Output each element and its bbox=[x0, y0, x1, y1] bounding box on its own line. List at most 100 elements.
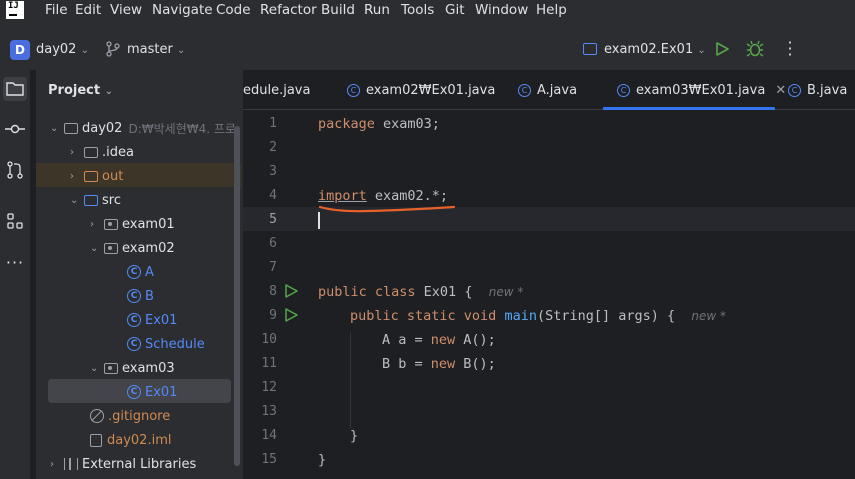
menu-build[interactable]: Build bbox=[321, 2, 355, 18]
tree-item-exam02-Ex01[interactable]: C Ex01 bbox=[127, 308, 177, 332]
menu-tools[interactable]: Tools bbox=[401, 2, 434, 18]
tree-item-exam03[interactable]: ⌄ exam03 bbox=[90, 356, 175, 380]
project-badge[interactable]: D bbox=[10, 40, 30, 60]
menu-view[interactable]: View bbox=[110, 2, 142, 18]
branch-name: master bbox=[127, 42, 173, 57]
tree-item-Schedule[interactable]: C Schedule bbox=[127, 332, 205, 356]
line-number: 3 bbox=[269, 164, 277, 179]
folder-icon bbox=[84, 146, 98, 158]
tree-item-idea[interactable]: › .idea bbox=[70, 140, 134, 164]
menu-git[interactable]: Git bbox=[445, 2, 465, 18]
tree-label: Ex01 bbox=[145, 312, 178, 328]
project-name: day02 bbox=[36, 42, 77, 57]
excluded-row-highlight bbox=[36, 163, 241, 187]
line-number: 15 bbox=[261, 452, 277, 467]
tree-item-B[interactable]: C B bbox=[127, 284, 154, 308]
code-line-15: } bbox=[318, 452, 327, 468]
menu-help[interactable]: Help bbox=[536, 2, 567, 18]
project-selector[interactable]: day02 ⌄ bbox=[36, 42, 89, 57]
tab-a[interactable]: C A.java bbox=[518, 83, 577, 98]
source-folder-icon bbox=[84, 194, 98, 206]
code-line-9: public static void main(String[] args) {… bbox=[350, 308, 726, 324]
code-line-14: } bbox=[350, 428, 359, 444]
tree-item-external-libraries[interactable]: › External Libraries bbox=[50, 452, 196, 476]
line-number: 10 bbox=[261, 332, 277, 347]
menu-navigate[interactable]: Navigate bbox=[152, 2, 213, 18]
intellij-logo-icon[interactable]: IJ bbox=[6, 1, 24, 19]
menu-run[interactable]: Run bbox=[364, 2, 390, 18]
class-icon: C bbox=[127, 337, 141, 351]
tree-label: Ex01 bbox=[145, 384, 178, 400]
tree-item-exam02[interactable]: ⌄ exam02 bbox=[90, 236, 175, 260]
project-panel-title[interactable]: Project ⌄ bbox=[48, 83, 113, 98]
code-line-11: B b = new B(); bbox=[382, 356, 496, 372]
tree-label: .gitignore bbox=[108, 408, 171, 424]
run-icon[interactable] bbox=[714, 41, 730, 61]
commit-tool-icon[interactable] bbox=[3, 117, 27, 141]
keyword: package bbox=[318, 116, 375, 132]
package-icon bbox=[104, 362, 118, 374]
tree-label: External Libraries bbox=[82, 456, 197, 472]
chevron-down-icon: ⌄ bbox=[697, 45, 706, 56]
line-number: 6 bbox=[269, 236, 277, 251]
tree-root-day02[interactable]: ⌄ day02 D:₩박세현₩4. 프로 bbox=[50, 116, 236, 140]
more-actions-icon[interactable]: · · · bbox=[787, 35, 793, 63]
code-line-8: public class Ex01 { new * bbox=[318, 284, 523, 300]
tab-b[interactable]: C B.java bbox=[788, 83, 847, 98]
tab-schedule[interactable]: edule.java bbox=[243, 83, 310, 98]
active-tab-indicator bbox=[603, 107, 775, 110]
more-tools-icon[interactable]: ··· bbox=[3, 250, 27, 274]
pull-requests-icon[interactable] bbox=[3, 158, 27, 182]
run-config-selector[interactable]: exam02.Ex01 ⌄ bbox=[604, 42, 706, 57]
codevision-hint[interactable]: new * bbox=[691, 309, 726, 323]
line-number: 8 bbox=[269, 284, 277, 299]
indent-guide bbox=[350, 332, 351, 428]
menu-window[interactable]: Window bbox=[475, 2, 528, 18]
tree-item-day02-iml[interactable]: day02.iml bbox=[90, 428, 171, 452]
tree-item-gitignore[interactable]: .gitignore bbox=[90, 404, 170, 428]
tree-label: src bbox=[102, 192, 121, 208]
menu-refactor[interactable]: Refactor bbox=[260, 2, 317, 18]
package-icon bbox=[104, 242, 118, 254]
tree-item-exam03-Ex01[interactable]: C Ex01 bbox=[127, 380, 177, 404]
chevron-down-icon: ⌄ bbox=[176, 45, 186, 56]
tab-exam03-ex01[interactable]: Cexam03₩Ex01.java ✕ bbox=[617, 83, 786, 98]
keyword: new bbox=[430, 332, 456, 348]
chevron-right-icon: › bbox=[50, 458, 54, 470]
line-number: 7 bbox=[269, 260, 277, 275]
menu-edit[interactable]: Edit bbox=[75, 2, 101, 18]
tree-item-exam01[interactable]: › exam01 bbox=[90, 212, 175, 236]
code-text: B b = bbox=[382, 356, 431, 372]
menu-file[interactable]: File bbox=[45, 2, 68, 18]
tree-item-A[interactable]: C A bbox=[127, 260, 154, 284]
tab-exam02-ex01[interactable]: Cexam02₩Ex01.java bbox=[347, 83, 495, 98]
tree-item-src[interactable]: ⌄ src bbox=[70, 188, 121, 212]
codevision-hint[interactable]: new * bbox=[489, 285, 524, 299]
branch-selector[interactable]: master ⌄ bbox=[127, 42, 185, 57]
chevron-right-icon: › bbox=[70, 170, 74, 182]
divider bbox=[30, 70, 31, 479]
close-icon[interactable]: ✕ bbox=[775, 83, 786, 98]
structure-tool-icon[interactable] bbox=[3, 209, 27, 233]
code-text: (String[] args) { bbox=[536, 308, 676, 324]
line-number: 5 bbox=[269, 212, 277, 227]
line-number: 13 bbox=[261, 404, 277, 419]
tab-label: B.java bbox=[807, 83, 848, 98]
tree-item-out[interactable]: › out bbox=[70, 164, 123, 188]
menu-code[interactable]: Code bbox=[216, 2, 251, 18]
run-gutter-icon[interactable] bbox=[284, 284, 298, 302]
iml-file-icon bbox=[90, 433, 102, 447]
code-text: A a = bbox=[382, 332, 431, 348]
run-gutter-icon[interactable] bbox=[284, 308, 298, 326]
class-icon: C bbox=[347, 84, 360, 97]
line-number: 12 bbox=[261, 380, 277, 395]
code-text: B(); bbox=[455, 356, 496, 372]
chevron-down-icon: ⌄ bbox=[90, 362, 99, 374]
project-panel-title-text: Project bbox=[48, 83, 101, 98]
project-scrollbar[interactable] bbox=[234, 126, 240, 466]
tree-label: exam01 bbox=[122, 216, 175, 232]
run-config-icon bbox=[583, 43, 597, 55]
tab-label: exam02₩Ex01.java bbox=[366, 83, 496, 98]
debug-icon[interactable] bbox=[746, 40, 764, 62]
project-tool-icon[interactable] bbox=[3, 77, 27, 101]
